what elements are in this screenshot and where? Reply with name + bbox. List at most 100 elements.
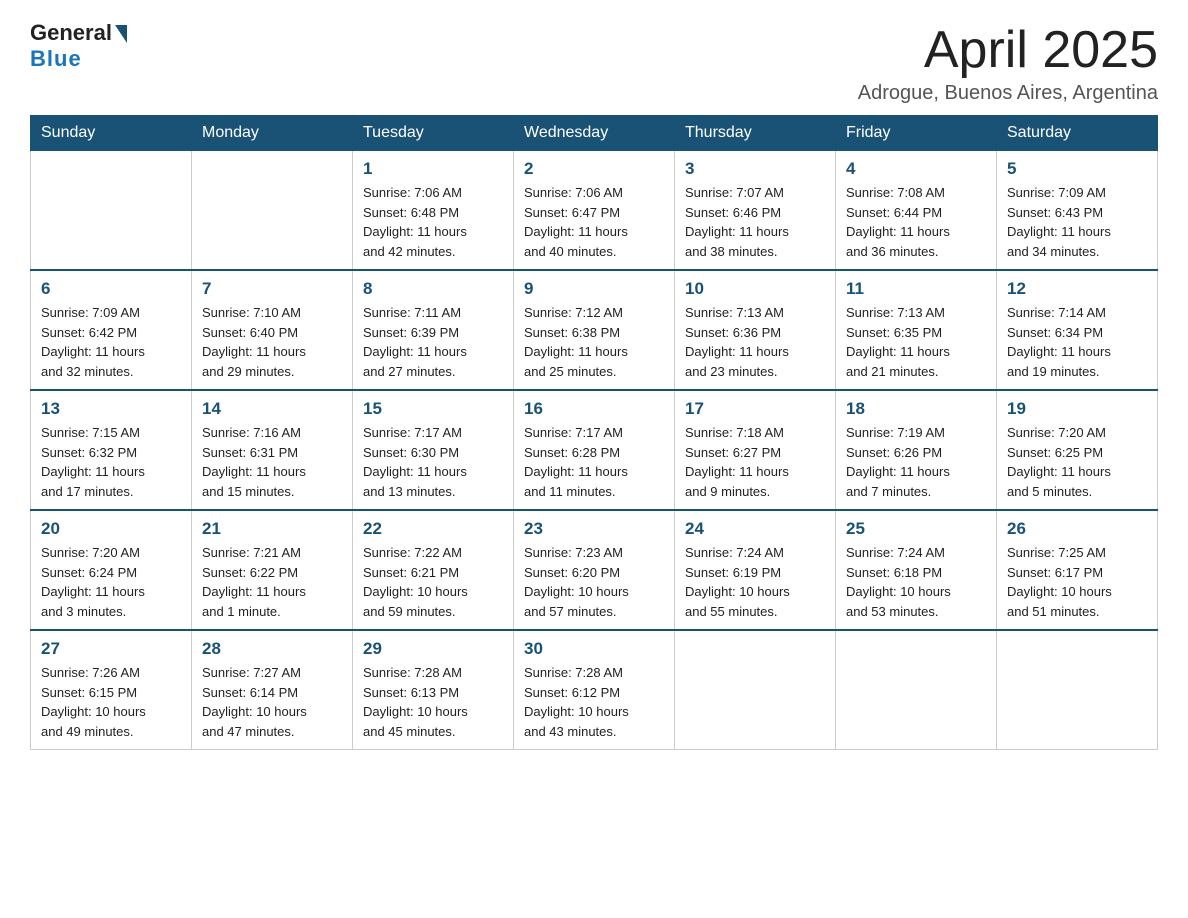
calendar-cell: 17 Sunrise: 7:18 AMSunset: 6:27 PMDayligh…: [675, 390, 836, 510]
day-number: 30: [524, 639, 664, 659]
calendar-cell: [836, 630, 997, 750]
calendar-cell: 27Sunrise: 7:26 AMSunset: 6:15 PMDayligh…: [31, 630, 192, 750]
day-info: Sunrise: 7:24 AMSunset: 6:18 PMDaylight:…: [846, 543, 986, 621]
day-info: Sunrise: 7:13 AMSunset: 6:36 PMDaylight:…: [685, 303, 825, 381]
day-number: 1: [363, 159, 503, 179]
day-info: Sunrise: 7:25 AMSunset: 6:17 PMDaylight:…: [1007, 543, 1147, 621]
day-info: Sunrise: 7:28 AMSunset: 6:13 PMDaylight:…: [363, 663, 503, 741]
day-info: Sunrise: 7:11 AMSunset: 6:39 PMDaylight:…: [363, 303, 503, 381]
calendar-cell: 30 Sunrise: 7:28 AMSunset: 6:12 PMDayligh…: [514, 630, 675, 750]
calendar-cell: 11Sunrise: 7:13 AMSunset: 6:35 PMDayligh…: [836, 270, 997, 390]
day-info: Sunrise: 7:23 AMSunset: 6:20 PMDaylight:…: [524, 543, 664, 621]
weekday-header-tuesday: Tuesday: [353, 116, 514, 151]
calendar-cell: 25 Sunrise: 7:24 AMSunset: 6:18 PMDayligh…: [836, 510, 997, 630]
calendar-cell: 20 Sunrise: 7:20 AMSunset: 6:24 PMDayligh…: [31, 510, 192, 630]
calendar-cell: 16Sunrise: 7:17 AMSunset: 6:28 PMDayligh…: [514, 390, 675, 510]
day-info: Sunrise: 7:06 AMSunset: 6:47 PMDaylight:…: [524, 183, 664, 261]
day-number: 9: [524, 279, 664, 299]
page-header: General Blue April 2025 Adrogue, Buenos …: [30, 20, 1158, 105]
calendar-cell: 28 Sunrise: 7:27 AMSunset: 6:14 PMDayligh…: [192, 630, 353, 750]
day-number: 15: [363, 399, 503, 419]
day-info: Sunrise: 7:27 AMSunset: 6:14 PMDaylight:…: [202, 663, 342, 741]
day-info: Sunrise: 7:28 AMSunset: 6:12 PMDaylight:…: [524, 663, 664, 741]
day-info: Sunrise: 7:14 AMSunset: 6:34 PMDaylight:…: [1007, 303, 1147, 381]
calendar-cell: 21 Sunrise: 7:21 AMSunset: 6:22 PMDayligh…: [192, 510, 353, 630]
calendar-cell: 5Sunrise: 7:09 AMSunset: 6:43 PMDaylight…: [997, 151, 1158, 271]
day-number: 17: [685, 399, 825, 419]
day-number: 6: [41, 279, 181, 299]
day-number: 20: [41, 519, 181, 539]
day-number: 10: [685, 279, 825, 299]
day-number: 11: [846, 279, 986, 299]
weekday-header-sunday: Sunday: [31, 116, 192, 151]
calendar-cell: 23 Sunrise: 7:23 AMSunset: 6:20 PMDayligh…: [514, 510, 675, 630]
day-info: Sunrise: 7:15 AMSunset: 6:32 PMDaylight:…: [41, 423, 181, 501]
calendar-cell: 10 Sunrise: 7:13 AMSunset: 6:36 PMDayligh…: [675, 270, 836, 390]
day-number: 4: [846, 159, 986, 179]
day-info: Sunrise: 7:16 AMSunset: 6:31 PMDaylight:…: [202, 423, 342, 501]
day-number: 28: [202, 639, 342, 659]
day-number: 2: [524, 159, 664, 179]
day-number: 14: [202, 399, 342, 419]
calendar-cell: 7 Sunrise: 7:10 AMSunset: 6:40 PMDaylight…: [192, 270, 353, 390]
calendar-cell: 13 Sunrise: 7:15 AMSunset: 6:32 PMDayligh…: [31, 390, 192, 510]
day-info: Sunrise: 7:09 AMSunset: 6:43 PMDaylight:…: [1007, 183, 1147, 261]
day-info: Sunrise: 7:21 AMSunset: 6:22 PMDaylight:…: [202, 543, 342, 621]
calendar-cell: 12 Sunrise: 7:14 AMSunset: 6:34 PMDayligh…: [997, 270, 1158, 390]
day-number: 29: [363, 639, 503, 659]
day-number: 21: [202, 519, 342, 539]
day-number: 23: [524, 519, 664, 539]
calendar-cell: 8Sunrise: 7:11 AMSunset: 6:39 PMDaylight…: [353, 270, 514, 390]
month-title: April 2025: [858, 20, 1158, 80]
day-info: Sunrise: 7:19 AMSunset: 6:26 PMDaylight:…: [846, 423, 986, 501]
calendar-cell: 3 Sunrise: 7:07 AMSunset: 6:46 PMDaylight…: [675, 151, 836, 271]
day-info: Sunrise: 7:06 AMSunset: 6:48 PMDaylight:…: [363, 183, 503, 261]
calendar-cell: 1 Sunrise: 7:06 AMSunset: 6:48 PMDaylight…: [353, 151, 514, 271]
day-number: 24: [685, 519, 825, 539]
calendar-cell: [997, 630, 1158, 750]
day-number: 19: [1007, 399, 1147, 419]
day-number: 3: [685, 159, 825, 179]
day-number: 25: [846, 519, 986, 539]
weekday-header-friday: Friday: [836, 116, 997, 151]
day-info: Sunrise: 7:20 AMSunset: 6:24 PMDaylight:…: [41, 543, 181, 621]
day-info: Sunrise: 7:12 AMSunset: 6:38 PMDaylight:…: [524, 303, 664, 381]
calendar-cell: [31, 151, 192, 271]
calendar-cell: 19Sunrise: 7:20 AMSunset: 6:25 PMDayligh…: [997, 390, 1158, 510]
calendar-cell: 26 Sunrise: 7:25 AMSunset: 6:17 PMDayligh…: [997, 510, 1158, 630]
day-info: Sunrise: 7:18 AMSunset: 6:27 PMDaylight:…: [685, 423, 825, 501]
title-section: April 2025 Adrogue, Buenos Aires, Argent…: [858, 20, 1158, 105]
calendar-cell: 9 Sunrise: 7:12 AMSunset: 6:38 PMDaylight…: [514, 270, 675, 390]
day-info: Sunrise: 7:17 AMSunset: 6:28 PMDaylight:…: [524, 423, 664, 501]
weekday-header-saturday: Saturday: [997, 116, 1158, 151]
calendar-cell: 2 Sunrise: 7:06 AMSunset: 6:47 PMDaylight…: [514, 151, 675, 271]
day-info: Sunrise: 7:07 AMSunset: 6:46 PMDaylight:…: [685, 183, 825, 261]
day-number: 26: [1007, 519, 1147, 539]
weekday-header-wednesday: Wednesday: [514, 116, 675, 151]
day-info: Sunrise: 7:10 AMSunset: 6:40 PMDaylight:…: [202, 303, 342, 381]
calendar-table: SundayMondayTuesdayWednesdayThursdayFrid…: [30, 115, 1158, 750]
weekday-header-monday: Monday: [192, 116, 353, 151]
calendar-cell: 29 Sunrise: 7:28 AMSunset: 6:13 PMDayligh…: [353, 630, 514, 750]
day-number: 18: [846, 399, 986, 419]
calendar-cell: 15 Sunrise: 7:17 AMSunset: 6:30 PMDayligh…: [353, 390, 514, 510]
day-info: Sunrise: 7:24 AMSunset: 6:19 PMDaylight:…: [685, 543, 825, 621]
day-info: Sunrise: 7:08 AMSunset: 6:44 PMDaylight:…: [846, 183, 986, 261]
day-info: Sunrise: 7:22 AMSunset: 6:21 PMDaylight:…: [363, 543, 503, 621]
calendar-cell: 24 Sunrise: 7:24 AMSunset: 6:19 PMDayligh…: [675, 510, 836, 630]
logo-arrow-icon: [115, 25, 127, 43]
day-number: 12: [1007, 279, 1147, 299]
calendar-cell: 6Sunrise: 7:09 AMSunset: 6:42 PMDaylight…: [31, 270, 192, 390]
day-number: 7: [202, 279, 342, 299]
calendar-cell: 18 Sunrise: 7:19 AMSunset: 6:26 PMDayligh…: [836, 390, 997, 510]
logo: General Blue: [30, 20, 127, 72]
day-info: Sunrise: 7:26 AMSunset: 6:15 PMDaylight:…: [41, 663, 181, 741]
calendar-cell: 22 Sunrise: 7:22 AMSunset: 6:21 PMDayligh…: [353, 510, 514, 630]
day-info: Sunrise: 7:17 AMSunset: 6:30 PMDaylight:…: [363, 423, 503, 501]
calendar-cell: 4 Sunrise: 7:08 AMSunset: 6:44 PMDaylight…: [836, 151, 997, 271]
day-number: 22: [363, 519, 503, 539]
location-title: Adrogue, Buenos Aires, Argentina: [858, 82, 1158, 105]
calendar-cell: [192, 151, 353, 271]
day-number: 13: [41, 399, 181, 419]
calendar-cell: [675, 630, 836, 750]
